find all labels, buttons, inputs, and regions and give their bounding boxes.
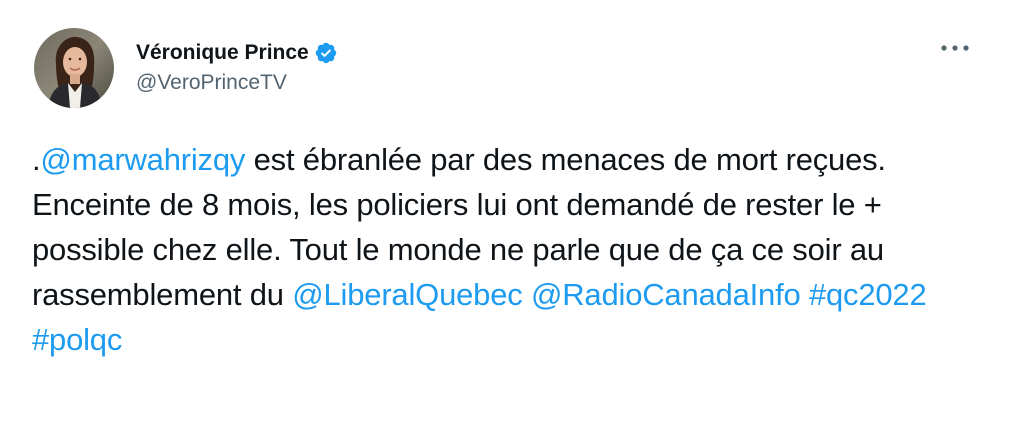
- name-row: Véronique Prince: [136, 40, 338, 66]
- user-handle[interactable]: @VeroPrinceTV: [136, 70, 338, 96]
- avatar[interactable]: [34, 28, 114, 108]
- mention-link[interactable]: @LiberalQuebec: [292, 277, 523, 312]
- tweet-text: .@marwahrizqy est ébranlée par des menac…: [32, 137, 982, 362]
- more-options-button[interactable]: [938, 38, 972, 58]
- tweet-card: Véronique Prince @VeroPrinceTV .@marwahr…: [0, 0, 1012, 428]
- text-space: [523, 277, 531, 312]
- mention-link[interactable]: @RadioCanadaInfo: [531, 277, 801, 312]
- text-space: [801, 277, 809, 312]
- hashtag-link[interactable]: #polqc: [32, 322, 122, 357]
- tweet-header: Véronique Prince @VeroPrinceTV: [34, 26, 338, 110]
- profile-photo-icon: [34, 28, 114, 108]
- more-options-icon: [941, 45, 969, 51]
- mention-link[interactable]: @marwahrizqy: [40, 142, 245, 177]
- verified-badge-icon: [314, 41, 338, 65]
- user-info: Véronique Prince @VeroPrinceTV: [136, 40, 338, 96]
- hashtag-link[interactable]: #qc2022: [809, 277, 927, 312]
- display-name[interactable]: Véronique Prince: [136, 40, 309, 66]
